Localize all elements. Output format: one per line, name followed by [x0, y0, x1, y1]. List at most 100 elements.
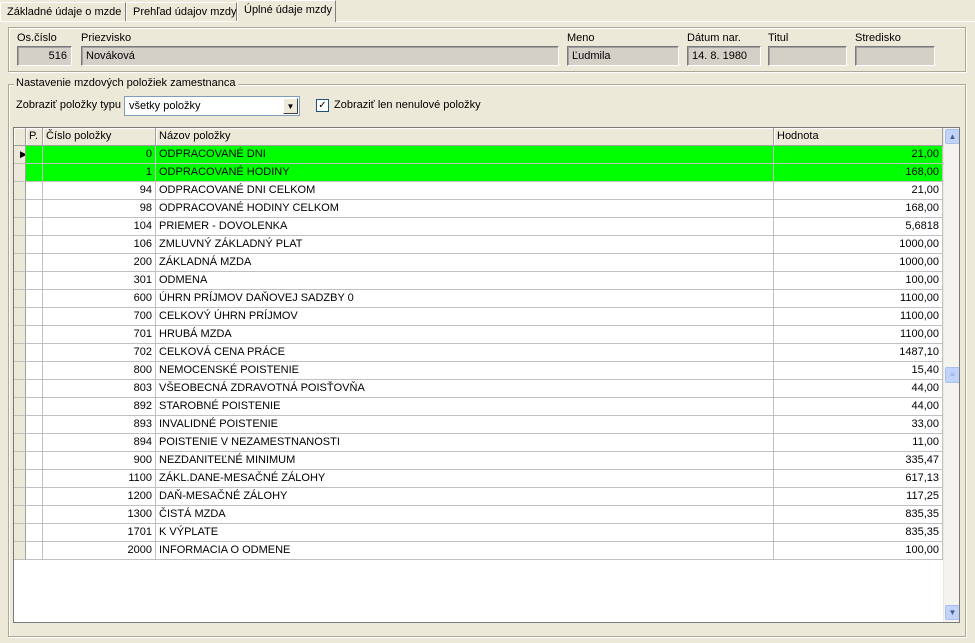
- table-row[interactable]: 892 STAROBNÉ POISTENIE 44,00: [14, 398, 943, 416]
- cell-nazov[interactable]: NEZDANITEĽNÉ MINIMUM: [156, 452, 774, 470]
- cell-p[interactable]: [26, 398, 43, 416]
- cell-cislo[interactable]: 106: [43, 236, 156, 254]
- cell-nazov[interactable]: INVALIDNÉ POISTENIE: [156, 416, 774, 434]
- table-row[interactable]: 600 ÚHRN PRÍJMOV DAŇOVEJ SADZBY 0 1100,00: [14, 290, 943, 308]
- cell-hodnota[interactable]: 835,35: [774, 506, 943, 524]
- cell-p[interactable]: [26, 524, 43, 542]
- cell-p[interactable]: [26, 488, 43, 506]
- cell-hodnota[interactable]: 835,35: [774, 524, 943, 542]
- cell-hodnota[interactable]: 1000,00: [774, 236, 943, 254]
- cell-hodnota[interactable]: 15,40: [774, 362, 943, 380]
- cell-nazov[interactable]: STAROBNÉ POISTENIE: [156, 398, 774, 416]
- cell-p[interactable]: [26, 164, 43, 182]
- cell-nazov[interactable]: VŠEOBECNÁ ZDRAVOTNÁ POISŤOVŇA: [156, 380, 774, 398]
- cell-p[interactable]: [26, 200, 43, 218]
- cell-hodnota[interactable]: 21,00: [774, 182, 943, 200]
- scroll-thumb[interactable]: ≡: [945, 367, 959, 383]
- cell-hodnota[interactable]: 117,25: [774, 488, 943, 506]
- cell-nazov[interactable]: ZMLUVNÝ ZÁKLADNÝ PLAT: [156, 236, 774, 254]
- cell-nazov[interactable]: CELKOVÝ ÚHRN PRÍJMOV: [156, 308, 774, 326]
- cell-cislo[interactable]: 894: [43, 434, 156, 452]
- cell-nazov[interactable]: ČISTÁ MZDA: [156, 506, 774, 524]
- cell-p[interactable]: [26, 542, 43, 560]
- cell-cislo[interactable]: 94: [43, 182, 156, 200]
- cell-cislo[interactable]: 2000: [43, 542, 156, 560]
- cell-hodnota[interactable]: 1487,10: [774, 344, 943, 362]
- cell-p[interactable]: [26, 380, 43, 398]
- cell-hodnota[interactable]: 168,00: [774, 200, 943, 218]
- cell-hodnota[interactable]: 44,00: [774, 398, 943, 416]
- cell-hodnota[interactable]: 1100,00: [774, 308, 943, 326]
- table-row[interactable]: 1100 ZÁKL.DANE-MESAČNÉ ZÁLOHY 617,13: [14, 470, 943, 488]
- cell-p[interactable]: [26, 434, 43, 452]
- cell-hodnota[interactable]: 33,00: [774, 416, 943, 434]
- scroll-down-icon[interactable]: ▼: [945, 605, 959, 620]
- cell-cislo[interactable]: 900: [43, 452, 156, 470]
- cell-hodnota[interactable]: 100,00: [774, 272, 943, 290]
- filter-type-select[interactable]: všetky položky ▼: [124, 96, 300, 116]
- cell-p[interactable]: [26, 290, 43, 308]
- cell-nazov[interactable]: K VÝPLATE: [156, 524, 774, 542]
- cell-cislo[interactable]: 0: [43, 146, 156, 164]
- cell-cislo[interactable]: 700: [43, 308, 156, 326]
- table-row[interactable]: 894 POISTENIE V NEZAMESTNANOSTI 11,00: [14, 434, 943, 452]
- cell-cislo[interactable]: 200: [43, 254, 156, 272]
- cell-p[interactable]: [26, 308, 43, 326]
- table-row[interactable]: 1 ODPRACOVANÉ HODINY 168,00: [14, 164, 943, 182]
- cell-cislo[interactable]: 600: [43, 290, 156, 308]
- chevron-down-icon[interactable]: ▼: [283, 98, 298, 114]
- table-row[interactable]: 1200 DAŇ-MESAČNÉ ZÁLOHY 117,25: [14, 488, 943, 506]
- table-row[interactable]: 2000 INFORMACIA O ODMENE 100,00: [14, 542, 943, 560]
- table-row[interactable]: 700 CELKOVÝ ÚHRN PRÍJMOV 1100,00: [14, 308, 943, 326]
- cell-cislo[interactable]: 1200: [43, 488, 156, 506]
- cell-p[interactable]: [26, 236, 43, 254]
- vertical-scrollbar[interactable]: ▲ ≡ ▼: [943, 128, 959, 622]
- cell-nazov[interactable]: NEMOCENSKÉ POISTENIE: [156, 362, 774, 380]
- table-row[interactable]: 200 ZÁKLADNÁ MZDA 1000,00: [14, 254, 943, 272]
- cell-cislo[interactable]: 1100: [43, 470, 156, 488]
- cell-p[interactable]: [26, 254, 43, 272]
- cell-nazov[interactable]: ODPRACOVANÉ DNI CELKOM: [156, 182, 774, 200]
- cell-p[interactable]: [26, 326, 43, 344]
- table-row[interactable]: 1701 K VÝPLATE 835,35: [14, 524, 943, 542]
- nonzero-checkbox-label[interactable]: Zobraziť len nenulové položky: [334, 99, 481, 111]
- cell-nazov[interactable]: POISTENIE V NEZAMESTNANOSTI: [156, 434, 774, 452]
- cell-nazov[interactable]: DAŇ-MESAČNÉ ZÁLOHY: [156, 488, 774, 506]
- cell-cislo[interactable]: 702: [43, 344, 156, 362]
- cell-cislo[interactable]: 893: [43, 416, 156, 434]
- cell-nazov[interactable]: PRIEMER - DOVOLENKA: [156, 218, 774, 236]
- tab-uplne-udaje[interactable]: Úplné údaje mzdy: [237, 0, 336, 22]
- column-header-nazov[interactable]: Názov položky: [156, 128, 774, 146]
- cell-hodnota[interactable]: 168,00: [774, 164, 943, 182]
- table-row[interactable]: 900 NEZDANITEĽNÉ MINIMUM 335,47: [14, 452, 943, 470]
- table-row[interactable]: 301 ODMENA 100,00: [14, 272, 943, 290]
- cell-cislo[interactable]: 104: [43, 218, 156, 236]
- cell-p[interactable]: [26, 146, 43, 164]
- cell-nazov[interactable]: CELKOVÁ CENA PRÁCE: [156, 344, 774, 362]
- table-row[interactable]: 800 NEMOCENSKÉ POISTENIE 15,40: [14, 362, 943, 380]
- cell-nazov[interactable]: ODPRACOVANÉ HODINY CELKOM: [156, 200, 774, 218]
- cell-cislo[interactable]: 1300: [43, 506, 156, 524]
- cell-hodnota[interactable]: 617,13: [774, 470, 943, 488]
- tab-prehlad-udajov[interactable]: Prehľad údajov mzdy: [126, 2, 237, 21]
- cell-nazov[interactable]: HRUBÁ MZDA: [156, 326, 774, 344]
- cell-hodnota[interactable]: 5,6818: [774, 218, 943, 236]
- cell-hodnota[interactable]: 1000,00: [774, 254, 943, 272]
- cell-hodnota[interactable]: 44,00: [774, 380, 943, 398]
- cell-cislo[interactable]: 301: [43, 272, 156, 290]
- cell-p[interactable]: [26, 416, 43, 434]
- cell-nazov[interactable]: ODPRACOVANÉ HODINY: [156, 164, 774, 182]
- cell-nazov[interactable]: ZÁKLADNÁ MZDA: [156, 254, 774, 272]
- tab-zakladne-udaje[interactable]: Základné údaje o mzde: [0, 2, 126, 21]
- nonzero-checkbox[interactable]: ✓: [316, 99, 329, 112]
- table-row[interactable]: 803 VŠEOBECNÁ ZDRAVOTNÁ POISŤOVŇA 44,00: [14, 380, 943, 398]
- cell-nazov[interactable]: ODMENA: [156, 272, 774, 290]
- cell-hodnota[interactable]: 21,00: [774, 146, 943, 164]
- table-row[interactable]: 701 HRUBÁ MZDA 1100,00: [14, 326, 943, 344]
- cell-p[interactable]: [26, 218, 43, 236]
- table-row[interactable]: 104 PRIEMER - DOVOLENKA 5,6818: [14, 218, 943, 236]
- cell-cislo[interactable]: 892: [43, 398, 156, 416]
- cell-p[interactable]: [26, 506, 43, 524]
- table-row[interactable]: 106 ZMLUVNÝ ZÁKLADNÝ PLAT 1000,00: [14, 236, 943, 254]
- cell-hodnota[interactable]: 100,00: [774, 542, 943, 560]
